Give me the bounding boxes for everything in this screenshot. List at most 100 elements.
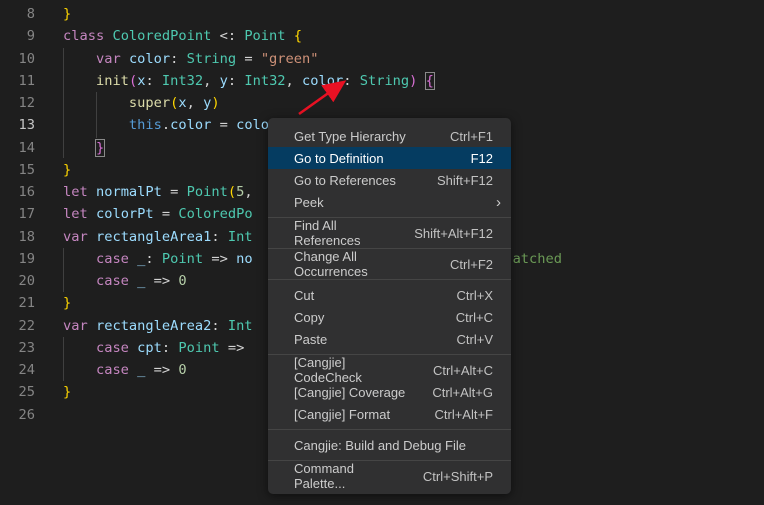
code-text: var rectangleArea1: Int [35, 226, 253, 248]
code-token: } [63, 162, 71, 178]
code-text: } [35, 137, 104, 159]
code-text: init(x: Int32, y: Int32, color: String) … [35, 70, 434, 92]
code-token: rectangleArea2 [96, 318, 211, 334]
code-token: 0 [178, 362, 186, 378]
code-token: { [426, 73, 434, 89]
menu-item-cangjie-build-and-debug-file[interactable]: Cangjie: Build and Debug File [268, 434, 511, 456]
menu-item-label: [Cangjie] Format [294, 407, 390, 422]
code-token: Int [228, 318, 253, 334]
context-menu: Get Type HierarchyCtrl+F1Go to Definitio… [268, 118, 511, 494]
submenu-arrow-icon: › [496, 195, 501, 210]
menu-item-label: Find All References [294, 218, 390, 248]
line-number: 13 [0, 114, 35, 136]
code-token: String [187, 51, 236, 67]
menu-item-copy[interactable]: CopyCtrl+C [268, 306, 511, 328]
menu-item-label: Go to Definition [294, 151, 384, 166]
code-token: Int32 [244, 73, 285, 89]
menu-item-label: Cut [294, 288, 314, 303]
code-text: var rectangleArea2: Int [35, 315, 253, 337]
code-token: Point [162, 251, 203, 267]
code-token: color [129, 51, 170, 67]
indent-guide [63, 248, 64, 292]
menu-shortcut: Ctrl+F2 [450, 257, 493, 272]
code-token: , [203, 73, 219, 89]
code-token: = [211, 117, 236, 133]
code-token: init [63, 73, 129, 89]
menu-item-label: Get Type Hierarchy [294, 129, 406, 144]
code-line[interactable]: 10 var color: String = "green" [0, 48, 764, 70]
line-number: 12 [0, 92, 35, 114]
code-token: = [236, 51, 261, 67]
code-text: case cpt: Point => [35, 337, 244, 359]
menu-item-peek[interactable]: Peek› [268, 191, 511, 213]
menu-item-go-to-references[interactable]: Go to References Shift+F12 [268, 169, 511, 191]
code-line[interactable]: 12 super(x, y) [0, 92, 764, 114]
menu-shortcut: Ctrl+Shift+P [423, 469, 493, 484]
line-number: 20 [0, 270, 35, 292]
code-token [286, 28, 294, 44]
code-text: } [35, 159, 71, 181]
code-token: color [302, 73, 343, 89]
menu-item-change-all-occurrences[interactable]: Change All OccurrencesCtrl+F2 [268, 253, 511, 275]
line-number: 16 [0, 181, 35, 203]
code-line[interactable]: 9class ColoredPoint <: Point { [0, 25, 764, 47]
code-token: atched [513, 251, 562, 267]
code-token: => [220, 340, 245, 356]
menu-item-cangjie-format[interactable]: [Cangjie] Format Ctrl+Alt+F [268, 403, 511, 425]
code-token: cpt [137, 340, 162, 356]
code-token: } [63, 384, 71, 400]
menu-item-label: Paste [294, 332, 327, 347]
code-token: var [63, 229, 96, 245]
code-token: : [343, 73, 359, 89]
code-token: "green" [261, 51, 319, 67]
menu-item-paste[interactable]: PasteCtrl+V [268, 328, 511, 350]
code-token: Int32 [162, 73, 203, 89]
menu-shortcut: Ctrl+Alt+F [434, 407, 493, 422]
menu-shortcut: Ctrl+Alt+C [433, 363, 493, 378]
line-number: 9 [0, 25, 35, 47]
code-token: : [228, 73, 244, 89]
menu-shortcut: F12 [471, 151, 493, 166]
code-token: , [286, 73, 302, 89]
code-text: } [35, 292, 71, 314]
menu-shortcut: Ctrl+C [456, 310, 493, 325]
line-number: 11 [0, 70, 35, 92]
line-number: 21 [0, 292, 35, 314]
code-token: <: [211, 28, 244, 44]
menu-item-go-to-definition[interactable]: Go to Definition F12 [268, 147, 511, 169]
menu-item-label: Go to References [294, 173, 396, 188]
code-token: ( [129, 73, 137, 89]
line-number: 17 [0, 203, 35, 225]
code-text: } [35, 381, 71, 403]
code-text: let normalPt = Point(5, [35, 181, 253, 203]
code-token: no [236, 251, 252, 267]
code-token: => [203, 251, 236, 267]
menu-item-label: [Cangjie] Coverage [294, 385, 405, 400]
code-token: : [211, 318, 227, 334]
code-token: } [96, 140, 104, 156]
menu-item-cangjie-codecheck[interactable]: [Cangjie] CodeCheckCtrl+Alt+C [268, 359, 511, 381]
code-token: } [63, 6, 71, 22]
code-token: case [63, 273, 137, 289]
line-number: 19 [0, 248, 35, 270]
indent-guide [63, 48, 64, 158]
line-number: 10 [0, 48, 35, 70]
menu-shortcut: Shift+F12 [437, 173, 493, 188]
code-token: super [63, 95, 170, 111]
code-line[interactable]: 8} [0, 3, 764, 25]
code-token: , [187, 95, 203, 111]
code-token: : [145, 251, 161, 267]
indent-guide [63, 337, 64, 381]
line-number: 25 [0, 381, 35, 403]
code-line[interactable]: 11 init(x: Int32, y: Int32, color: Strin… [0, 70, 764, 92]
code-token: : [211, 229, 227, 245]
line-number: 14 [0, 137, 35, 159]
line-number: 22 [0, 315, 35, 337]
menu-item-cangjie-coverage[interactable]: [Cangjie] CoverageCtrl+Alt+G [268, 381, 511, 403]
menu-item-find-all-references[interactable]: Find All ReferencesShift+Alt+F12 [268, 222, 511, 244]
menu-item-get-type-hierarchy[interactable]: Get Type HierarchyCtrl+F1 [268, 125, 511, 147]
menu-item-cut[interactable]: CutCtrl+X [268, 284, 511, 306]
code-token: case [63, 362, 137, 378]
code-token: ColoredPo [178, 206, 252, 222]
menu-item-command-palette[interactable]: Command Palette...Ctrl+Shift+P [268, 465, 511, 487]
